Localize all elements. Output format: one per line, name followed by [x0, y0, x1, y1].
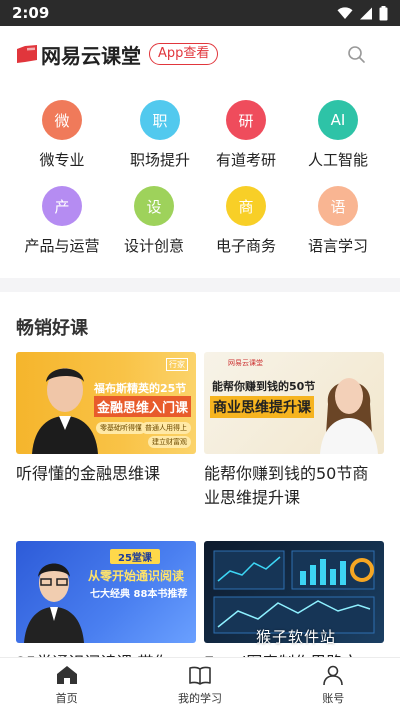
- bottom-nav: 首页 我的学习 账号: [0, 657, 400, 711]
- thumbnail-line-1: 福布斯精英的25节: [94, 382, 187, 395]
- category-label: 语言学习: [307, 237, 368, 255]
- category-icon: 产: [42, 186, 82, 226]
- category-language[interactable]: 语 语言学习: [288, 186, 388, 256]
- category-label: 设计创意: [123, 237, 184, 255]
- course-title: 听得懂的金融思维课: [16, 464, 161, 483]
- nav-label: 首页: [55, 692, 78, 705]
- book-icon: [189, 666, 211, 685]
- course-card[interactable]: 25堂课 从零开始通识阅读 七大经典 88本书推荐 25堂通识阅读课 带你: [16, 541, 196, 675]
- section-title: 畅销好课: [16, 318, 88, 339]
- category-ai[interactable]: AI 人工智能: [288, 100, 388, 170]
- logo-text: 网易云课堂: [41, 43, 141, 68]
- status-icons: [337, 5, 388, 21]
- category-icon: 设: [134, 186, 174, 226]
- category-design[interactable]: 设 设计创意: [104, 186, 204, 256]
- thumbnail-banner: 25堂课: [110, 549, 160, 564]
- category-career[interactable]: 职 职场提升: [110, 100, 210, 170]
- course-card[interactable]: 网易云课堂 能帮你赚到钱的50节 商业思维提升课 能帮你赚到钱的50节商业思维提…: [204, 352, 384, 510]
- category-icon: AI: [318, 100, 358, 140]
- thumbnail-tag: 普通人用得上: [141, 422, 191, 434]
- wifi-icon: [337, 6, 353, 19]
- category-label: 产品与运营: [24, 237, 100, 255]
- category-icon: 商: [226, 186, 266, 226]
- course-card[interactable]: 行家 福布斯精英的25节 金融思维入门课 零基础听得懂 普通人用得上 建立财富观…: [16, 352, 196, 486]
- platform-badge: 网易云课堂: [228, 359, 263, 367]
- category-label: 职场提升: [129, 151, 190, 169]
- category-label: 有道考研: [215, 151, 276, 169]
- course-card[interactable]: Excel图表制作思路文: [204, 541, 384, 675]
- nav-home[interactable]: 首页: [0, 658, 133, 711]
- logo-book-icon: [17, 45, 37, 63]
- category-ecommerce[interactable]: 商 电子商务: [196, 186, 296, 256]
- status-bar: 2:09: [0, 0, 400, 26]
- nav-label: 我的学习: [177, 692, 222, 705]
- instructor-photo: [24, 563, 84, 643]
- app-header: 网易云课堂 App查看: [0, 26, 400, 82]
- instructor-photo: [320, 378, 378, 454]
- thumbnail-line-2: 商业思维提升课: [210, 396, 314, 418]
- category-label: 电子商务: [215, 237, 276, 255]
- thumbnail-tag: 建立财富观: [148, 436, 191, 448]
- category-product[interactable]: 产 产品与运营: [12, 186, 112, 256]
- instructor-photo: [32, 368, 98, 454]
- category-postgrad[interactable]: 研 有道考研: [196, 100, 296, 170]
- thumbnail-line-2: 金融思维入门课: [94, 396, 192, 417]
- app-view-button[interactable]: App查看: [149, 43, 219, 65]
- battery-icon: [379, 5, 388, 20]
- category-grid: 微 微专业 职 职场提升 研 有道考研 AI 人工智能 产 产品与运营 设 设计…: [0, 90, 400, 270]
- nav-label: 账号: [322, 692, 345, 705]
- category-label: 微专业: [39, 151, 85, 169]
- logo: 网易云课堂: [16, 40, 141, 69]
- thumbnail-line-2: 七大经典 88本书推荐: [90, 589, 188, 600]
- course-thumbnail[interactable]: 网易云课堂 能帮你赚到钱的50节 商业思维提升课: [204, 352, 384, 454]
- person-icon: [323, 665, 344, 686]
- thumbnail-line-1: 能帮你赚到钱的50节: [212, 380, 316, 393]
- section-divider: [0, 278, 400, 292]
- thumbnail-line-1: 从零开始通识阅读: [88, 569, 185, 583]
- nav-my-learning[interactable]: 我的学习: [133, 658, 266, 711]
- status-time: 2:09: [12, 4, 50, 22]
- category-label: 人工智能: [307, 151, 368, 169]
- category-icon: 微: [42, 100, 82, 140]
- nav-account[interactable]: 账号: [267, 658, 400, 711]
- watermark-text: 猴子软件站: [256, 628, 337, 646]
- home-icon: [56, 666, 77, 684]
- platform-badge: 行家: [166, 358, 188, 371]
- course-thumbnail[interactable]: 行家 福布斯精英的25节 金融思维入门课 零基础听得懂 普通人用得上 建立财富观: [16, 352, 196, 454]
- category-icon: 语: [318, 186, 358, 226]
- thumbnail-tag: 零基础听得懂: [96, 422, 146, 434]
- category-icon: 职: [140, 100, 180, 140]
- course-thumbnail[interactable]: 25堂课 从零开始通识阅读 七大经典 88本书推荐: [16, 541, 196, 643]
- signal-icon: [360, 7, 372, 19]
- category-icon: 研: [226, 100, 266, 140]
- search-icon[interactable]: [346, 44, 368, 66]
- category-micro-major[interactable]: 微 微专业: [12, 100, 112, 170]
- course-title: 能帮你赚到钱的50节商业思维提升课: [204, 464, 369, 507]
